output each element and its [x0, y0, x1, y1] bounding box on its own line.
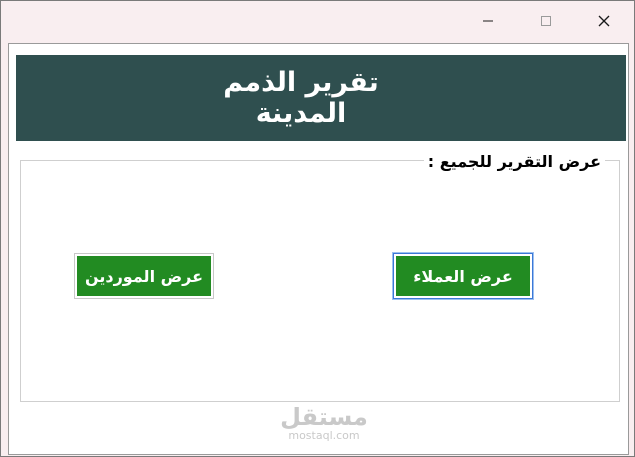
mostaql-watermark: مستقل mostaql.com	[279, 404, 369, 442]
close-button[interactable]	[575, 1, 633, 41]
app-window: تقرير الذمم المدينة عرض التقرير للجميع :…	[0, 0, 635, 457]
header-panel: تقرير الذمم المدينة	[16, 55, 626, 141]
report-groupbox: عرض التقرير للجميع : عرض الموردين عرض ال…	[20, 152, 620, 402]
title-bar[interactable]	[1, 1, 634, 41]
watermark-latin: mostaql.com	[288, 429, 360, 442]
minimize-icon	[483, 20, 493, 22]
close-icon	[598, 15, 610, 27]
page-title: تقرير الذمم المدينة	[223, 67, 379, 129]
show-customers-button[interactable]: عرض العملاء	[393, 253, 533, 299]
show-suppliers-button[interactable]: عرض الموردين	[74, 253, 214, 299]
minimize-button[interactable]	[459, 1, 517, 41]
groupbox-legend: عرض التقرير للجميع :	[423, 152, 605, 171]
maximize-icon	[541, 16, 551, 26]
maximize-button[interactable]	[517, 1, 575, 41]
watermark-arabic: مستقل	[280, 403, 368, 431]
form-client-area: تقرير الذمم المدينة عرض التقرير للجميع :…	[8, 43, 629, 455]
